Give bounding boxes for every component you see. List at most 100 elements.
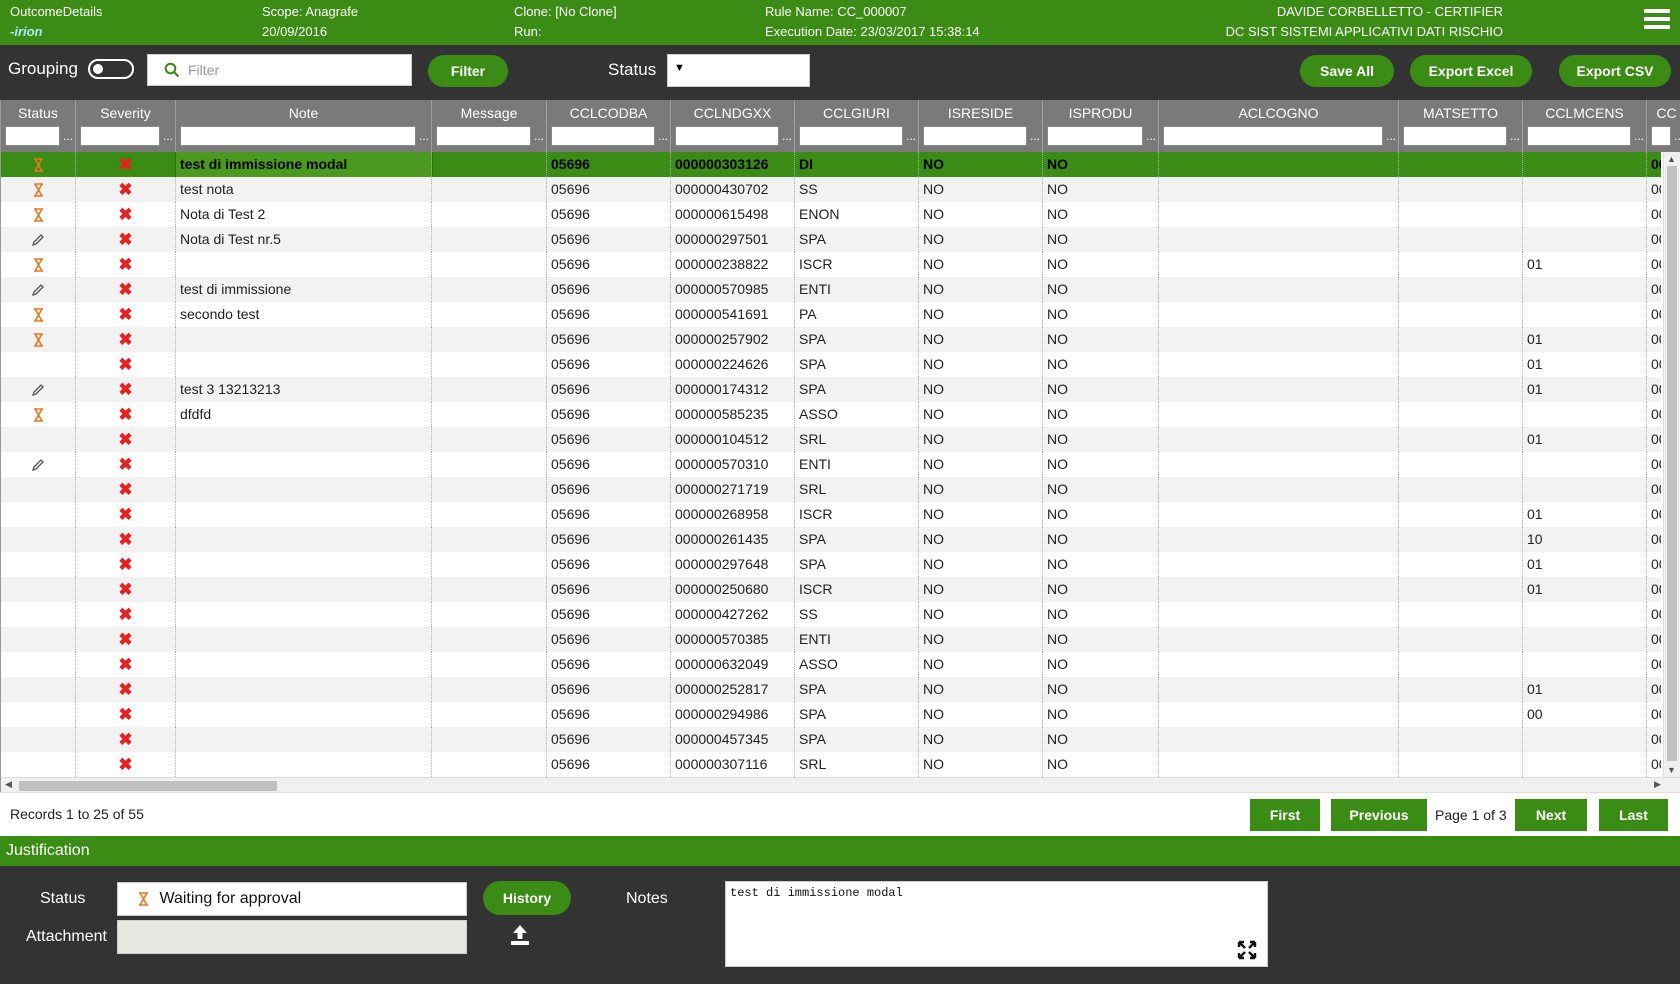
column-menu-icon[interactable]: ...: [534, 130, 544, 142]
previous-page-button[interactable]: Previous: [1331, 799, 1427, 831]
cell-note[interactable]: [176, 477, 432, 502]
horizontal-scrollbar[interactable]: ◀ ▶: [1, 777, 1680, 792]
column-filter-input[interactable]: [180, 126, 416, 146]
cell-note[interactable]: [176, 652, 432, 677]
filter-field[interactable]: [147, 54, 412, 86]
table-row[interactable]: ✖ Nota di Test nr.5 05696 000000297501 SPA NO…: [1, 227, 1661, 252]
hamburger-menu-icon[interactable]: [1644, 9, 1670, 33]
column-filter-input[interactable]: [923, 126, 1027, 146]
first-page-button[interactable]: First: [1250, 799, 1320, 831]
column-filter-input[interactable]: [675, 126, 779, 146]
scroll-left-icon[interactable]: ◀: [5, 779, 12, 790]
save-all-button[interactable]: Save All: [1300, 55, 1394, 87]
history-button[interactable]: History: [483, 881, 571, 915]
cell-note[interactable]: [176, 527, 432, 552]
table-row[interactable]: ✖05696000000257902SPANONO0100: [1, 327, 1661, 352]
upload-icon[interactable]: [508, 923, 532, 947]
column-header-codba[interactable]: CCLCODBA...: [547, 100, 671, 152]
column-filter-input[interactable]: [799, 126, 903, 146]
column-header-giuri[interactable]: CCLGIURI...: [795, 100, 919, 152]
column-filter-input[interactable]: [551, 126, 655, 146]
export-csv-button[interactable]: Export CSV: [1559, 55, 1671, 87]
cell-note[interactable]: [176, 677, 432, 702]
column-filter-input[interactable]: [80, 126, 160, 146]
column-header-produ[interactable]: ISPRODU...: [1043, 100, 1159, 152]
cell-note[interactable]: [176, 327, 432, 352]
cell-note[interactable]: [176, 502, 432, 527]
column-menu-icon[interactable]: ...: [782, 130, 792, 142]
column-filter-input[interactable]: [1651, 126, 1671, 146]
status-filter-select[interactable]: ▼: [667, 54, 810, 87]
cell-note[interactable]: Nota di Test 2: [176, 202, 432, 227]
table-row[interactable]: ✖05696000000224626SPANONO0100: [1, 352, 1661, 377]
table-row[interactable]: ✖05696000000570385ENTINONO00: [1, 627, 1661, 652]
table-row[interactable]: ✖test nota05696000000430702SSNONO00: [1, 177, 1661, 202]
column-header-status[interactable]: Status...: [1, 100, 76, 152]
expand-icon[interactable]: [1237, 940, 1257, 960]
attachment-field[interactable]: [117, 920, 467, 954]
column-menu-icon[interactable]: ...: [1146, 130, 1156, 142]
column-header-setto[interactable]: MATSETTO...: [1399, 100, 1523, 152]
table-row[interactable]: ✖05696000000570310ENTINONO00: [1, 452, 1661, 477]
column-menu-icon[interactable]: ...: [906, 130, 916, 142]
cell-note[interactable]: [176, 602, 432, 627]
table-row[interactable]: ✖dfdfd05696000000585235ASSONONO00: [1, 402, 1661, 427]
column-menu-icon[interactable]: ...: [1510, 130, 1520, 142]
column-header-cc[interactable]: CC...: [1647, 100, 1680, 152]
cell-note[interactable]: secondo test: [176, 302, 432, 327]
table-row[interactable]: ✖05696000000252817SPANONO0100: [1, 677, 1661, 702]
table-row[interactable]: ✖secondo test05696000000541691PANONO00: [1, 302, 1661, 327]
cell-note[interactable]: [176, 452, 432, 477]
cell-note[interactable]: [176, 252, 432, 277]
table-row[interactable]: ✖05696000000294986SPANONO0000: [1, 702, 1661, 727]
horizontal-scroll-thumb[interactable]: [19, 781, 277, 791]
table-row[interactable]: ✖05696000000307116SRLNONO00: [1, 752, 1661, 777]
column-menu-icon[interactable]: ...: [1634, 130, 1644, 142]
column-header-ndg[interactable]: CCLNDGXX...: [671, 100, 795, 152]
column-filter-input[interactable]: [1047, 126, 1143, 146]
column-filter-input[interactable]: [436, 126, 531, 146]
cell-note[interactable]: [176, 752, 432, 777]
column-header-note[interactable]: Note...: [176, 100, 432, 152]
filter-button[interactable]: Filter: [428, 55, 508, 87]
column-menu-icon[interactable]: ...: [63, 130, 73, 142]
column-header-message[interactable]: Message...: [432, 100, 547, 152]
column-filter-input[interactable]: [1403, 126, 1507, 146]
column-menu-icon[interactable]: ...: [163, 130, 173, 142]
scroll-up-icon[interactable]: ▲: [1667, 154, 1676, 164]
column-menu-icon[interactable]: ...: [419, 130, 429, 142]
table-row[interactable]: ✖05696000000271719SRLNONO00: [1, 477, 1661, 502]
cell-note[interactable]: Nota di Test nr.5: [176, 227, 432, 252]
table-row[interactable]: ✖05696000000261435SPANONO1000: [1, 527, 1661, 552]
table-row[interactable]: ✖05696000000297648SPANONO0100: [1, 552, 1661, 577]
cell-note[interactable]: test di immissione: [176, 277, 432, 302]
cell-note[interactable]: [176, 552, 432, 577]
scroll-right-icon[interactable]: ▶: [1654, 779, 1661, 790]
table-row[interactable]: ✖05696000000238822ISCRNONO0100: [1, 252, 1661, 277]
column-menu-icon[interactable]: ...: [1386, 130, 1396, 142]
cell-note[interactable]: [176, 427, 432, 452]
column-menu-icon[interactable]: ...: [1030, 130, 1040, 142]
cell-note[interactable]: test di immissione modal: [175, 152, 433, 178]
filter-input[interactable]: [188, 59, 398, 81]
scroll-down-icon[interactable]: ▼: [1667, 765, 1676, 775]
table-row[interactable]: ✖ test 3 13213213 05696 000000174312 SPA NO NO…: [1, 377, 1661, 402]
column-header-mcens[interactable]: CCLMCENS...: [1523, 100, 1647, 152]
column-header-severity[interactable]: Severity...: [76, 100, 176, 152]
last-page-button[interactable]: Last: [1599, 799, 1668, 831]
cell-note[interactable]: [176, 577, 432, 602]
cell-note[interactable]: test nota: [176, 177, 432, 202]
grouping-toggle[interactable]: [88, 59, 134, 79]
vertical-scroll-thumb[interactable]: [1667, 166, 1677, 761]
cell-note[interactable]: [176, 352, 432, 377]
cell-note[interactable]: [176, 627, 432, 652]
column-header-reside[interactable]: ISRESIDE...: [919, 100, 1043, 152]
table-row[interactable]: ✖05696000000268958ISCRNONO0100: [1, 502, 1661, 527]
cell-note[interactable]: test 3 13213213: [176, 377, 432, 402]
next-page-button[interactable]: Next: [1515, 799, 1587, 831]
table-row[interactable]: ✖05696000000427262SSNONO00: [1, 602, 1661, 627]
column-header-cogno[interactable]: ACLCOGNO...: [1159, 100, 1399, 152]
column-filter-input[interactable]: [1527, 126, 1631, 146]
table-row[interactable]: ✖05696000000457345SPANONO00: [1, 727, 1661, 752]
export-excel-button[interactable]: Export Excel: [1410, 55, 1532, 87]
